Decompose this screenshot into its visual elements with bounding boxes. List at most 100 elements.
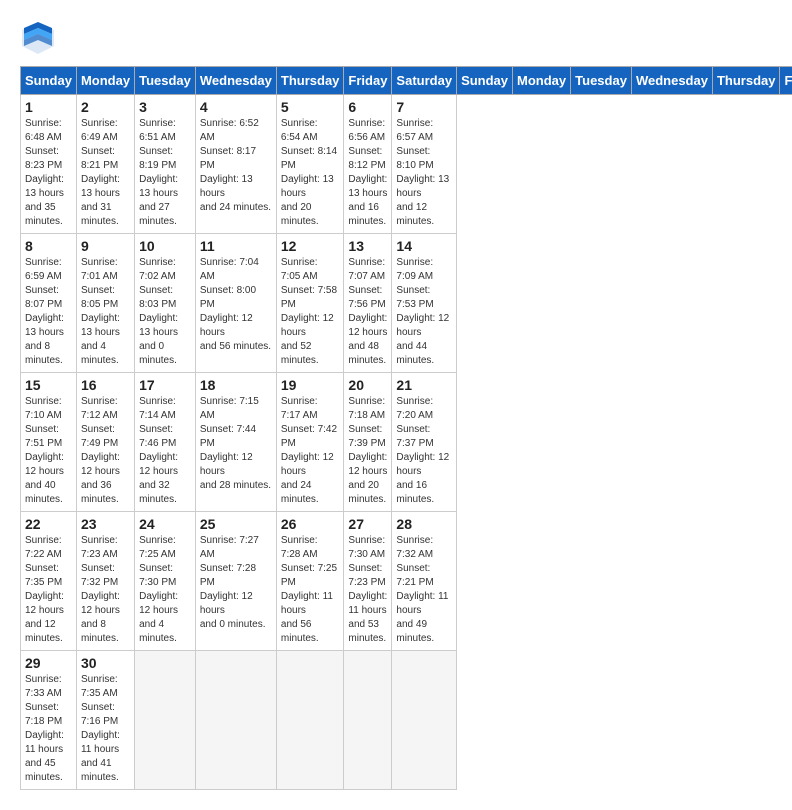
day-info: Sunrise: 7:28 AMSunset: 7:25 PMDaylight:… — [281, 535, 337, 644]
day-header-thursday: Thursday — [276, 67, 344, 95]
calendar-day-22: 22 Sunrise: 7:22 AMSunset: 7:35 PMDayligh… — [21, 512, 77, 651]
calendar-empty-cell — [195, 651, 276, 790]
day-number: 9 — [81, 238, 130, 254]
day-number: 17 — [139, 377, 191, 393]
calendar-empty-cell — [344, 651, 392, 790]
day-info: Sunrise: 6:54 AMSunset: 8:14 PMDaylight:… — [281, 118, 337, 227]
day-info: Sunrise: 6:49 AMSunset: 8:21 PMDaylight:… — [81, 118, 120, 227]
logo — [20, 20, 62, 56]
calendar-day-17: 17Sunrise: 7:14 AMSunset: 7:46 PMDayligh… — [135, 373, 196, 512]
calendar-day-15: 15 Sunrise: 7:10 AMSunset: 7:51 PMDayligh… — [21, 373, 77, 512]
day-header-friday: Friday — [780, 67, 792, 95]
day-number: 5 — [281, 99, 340, 115]
day-info: Sunrise: 7:15 AMSunset: 7:44 PMDaylight:… — [200, 396, 271, 491]
day-number: 21 — [396, 377, 452, 393]
day-number: 30 — [81, 655, 130, 671]
calendar-day-10: 10 Sunrise: 7:02 AMSunset: 8:03 PMDayligh… — [135, 234, 196, 373]
day-info: Sunrise: 6:57 AMSunset: 8:10 PMDaylight:… — [396, 118, 449, 227]
calendar-day-27: 27Sunrise: 7:30 AMSunset: 7:23 PMDayligh… — [344, 512, 392, 651]
day-number: 22 — [25, 516, 72, 532]
day-header-sunday: Sunday — [457, 67, 513, 95]
day-info: Sunrise: 7:02 AMSunset: 8:03 PMDaylight:… — [139, 257, 178, 366]
calendar-day-24: 24Sunrise: 7:25 AMSunset: 7:30 PMDayligh… — [135, 512, 196, 651]
day-info: Sunrise: 7:17 AMSunset: 7:42 PMDaylight:… — [281, 396, 337, 505]
calendar-day-23: 23Sunrise: 7:23 AMSunset: 7:32 PMDayligh… — [76, 512, 134, 651]
day-number: 19 — [281, 377, 340, 393]
calendar-day-11: 11Sunrise: 7:04 AMSunset: 8:00 PMDayligh… — [195, 234, 276, 373]
day-info: Sunrise: 7:18 AMSunset: 7:39 PMDaylight:… — [348, 396, 387, 505]
day-number: 16 — [81, 377, 130, 393]
day-info: Sunrise: 7:01 AMSunset: 8:05 PMDaylight:… — [81, 257, 120, 366]
calendar-day-13: 13 Sunrise: 7:07 AMSunset: 7:56 PMDayligh… — [344, 234, 392, 373]
calendar-week-1: 1 Sunrise: 6:48 AMSunset: 8:23 PMDaylight… — [21, 95, 792, 234]
page-header — [20, 20, 772, 56]
calendar-day-30: 30Sunrise: 7:35 AMSunset: 7:16 PMDayligh… — [76, 651, 134, 790]
calendar-week-4: 22 Sunrise: 7:22 AMSunset: 7:35 PMDayligh… — [21, 512, 792, 651]
day-info: Sunrise: 6:56 AMSunset: 8:12 PMDaylight:… — [348, 118, 387, 227]
day-info: Sunrise: 7:22 AMSunset: 7:35 PMDaylight:… — [25, 535, 64, 644]
day-number: 24 — [139, 516, 191, 532]
calendar-day-6: 6 Sunrise: 6:56 AMSunset: 8:12 PMDaylight… — [344, 95, 392, 234]
calendar-day-4: 4Sunrise: 6:52 AMSunset: 8:17 PMDaylight… — [195, 95, 276, 234]
day-info: Sunrise: 7:10 AMSunset: 7:51 PMDaylight:… — [25, 396, 64, 505]
day-info: Sunrise: 7:23 AMSunset: 7:32 PMDaylight:… — [81, 535, 120, 644]
calendar-day-9: 9 Sunrise: 7:01 AMSunset: 8:05 PMDaylight… — [76, 234, 134, 373]
calendar-day-16: 16 Sunrise: 7:12 AMSunset: 7:49 PMDayligh… — [76, 373, 134, 512]
day-header-sunday: Sunday — [21, 67, 77, 95]
day-info: Sunrise: 7:20 AMSunset: 7:37 PMDaylight:… — [396, 396, 449, 505]
logo-icon — [20, 20, 56, 56]
calendar-day-5: 5 Sunrise: 6:54 AMSunset: 8:14 PMDaylight… — [276, 95, 344, 234]
day-info: Sunrise: 7:12 AMSunset: 7:49 PMDaylight:… — [81, 396, 120, 505]
day-info: Sunrise: 7:27 AMSunset: 7:28 PMDaylight:… — [200, 535, 266, 630]
calendar-empty-cell — [135, 651, 196, 790]
day-number: 25 — [200, 516, 272, 532]
day-number: 29 — [25, 655, 72, 671]
day-info: Sunrise: 7:07 AMSunset: 7:56 PMDaylight:… — [348, 257, 387, 366]
day-number: 10 — [139, 238, 191, 254]
day-number: 12 — [281, 238, 340, 254]
calendar-day-14: 14Sunrise: 7:09 AMSunset: 7:53 PMDayligh… — [392, 234, 457, 373]
day-header-monday: Monday — [513, 67, 571, 95]
day-info: Sunrise: 7:32 AMSunset: 7:21 PMDaylight:… — [396, 535, 448, 644]
day-number: 15 — [25, 377, 72, 393]
day-info: Sunrise: 6:59 AMSunset: 8:07 PMDaylight:… — [25, 257, 64, 366]
day-number: 28 — [396, 516, 452, 532]
calendar-day-28: 28 Sunrise: 7:32 AMSunset: 7:21 PMDayligh… — [392, 512, 457, 651]
day-header-friday: Friday — [344, 67, 392, 95]
day-number: 27 — [348, 516, 387, 532]
calendar-day-25: 25 Sunrise: 7:27 AMSunset: 7:28 PMDayligh… — [195, 512, 276, 651]
day-number: 11 — [200, 238, 272, 254]
day-header-saturday: Saturday — [392, 67, 457, 95]
day-info: Sunrise: 6:52 AMSunset: 8:17 PMDaylight:… — [200, 118, 271, 213]
calendar-week-2: 8 Sunrise: 6:59 AMSunset: 8:07 PMDaylight… — [21, 234, 792, 373]
day-number: 3 — [139, 99, 191, 115]
day-info: Sunrise: 7:33 AMSunset: 7:18 PMDaylight:… — [25, 674, 64, 783]
calendar-day-12: 12 Sunrise: 7:05 AMSunset: 7:58 PMDayligh… — [276, 234, 344, 373]
calendar-empty-cell — [392, 651, 457, 790]
calendar-table: SundayMondayTuesdayWednesdayThursdayFrid… — [20, 66, 792, 790]
calendar-day-26: 26Sunrise: 7:28 AMSunset: 7:25 PMDayligh… — [276, 512, 344, 651]
day-number: 13 — [348, 238, 387, 254]
day-header-wednesday: Wednesday — [631, 67, 712, 95]
day-number: 1 — [25, 99, 72, 115]
calendar-day-19: 19 Sunrise: 7:17 AMSunset: 7:42 PMDayligh… — [276, 373, 344, 512]
calendar-day-3: 3 Sunrise: 6:51 AMSunset: 8:19 PMDaylight… — [135, 95, 196, 234]
calendar-day-2: 2 Sunrise: 6:49 AMSunset: 8:21 PMDaylight… — [76, 95, 134, 234]
calendar-day-8: 8 Sunrise: 6:59 AMSunset: 8:07 PMDaylight… — [21, 234, 77, 373]
day-number: 18 — [200, 377, 272, 393]
day-info: Sunrise: 6:48 AMSunset: 8:23 PMDaylight:… — [25, 118, 64, 227]
day-header-thursday: Thursday — [712, 67, 780, 95]
day-number: 14 — [396, 238, 452, 254]
calendar-week-5: 29 Sunrise: 7:33 AMSunset: 7:18 PMDayligh… — [21, 651, 792, 790]
calendar-day-1: 1 Sunrise: 6:48 AMSunset: 8:23 PMDaylight… — [21, 95, 77, 234]
day-header-tuesday: Tuesday — [135, 67, 196, 95]
day-number: 2 — [81, 99, 130, 115]
day-number: 6 — [348, 99, 387, 115]
day-header-monday: Monday — [76, 67, 134, 95]
calendar-day-7: 7Sunrise: 6:57 AMSunset: 8:10 PMDaylight… — [392, 95, 457, 234]
day-info: Sunrise: 7:05 AMSunset: 7:58 PMDaylight:… — [281, 257, 337, 366]
day-number: 8 — [25, 238, 72, 254]
calendar-empty-cell — [276, 651, 344, 790]
calendar-day-20: 20Sunrise: 7:18 AMSunset: 7:39 PMDayligh… — [344, 373, 392, 512]
day-info: Sunrise: 6:51 AMSunset: 8:19 PMDaylight:… — [139, 118, 178, 227]
